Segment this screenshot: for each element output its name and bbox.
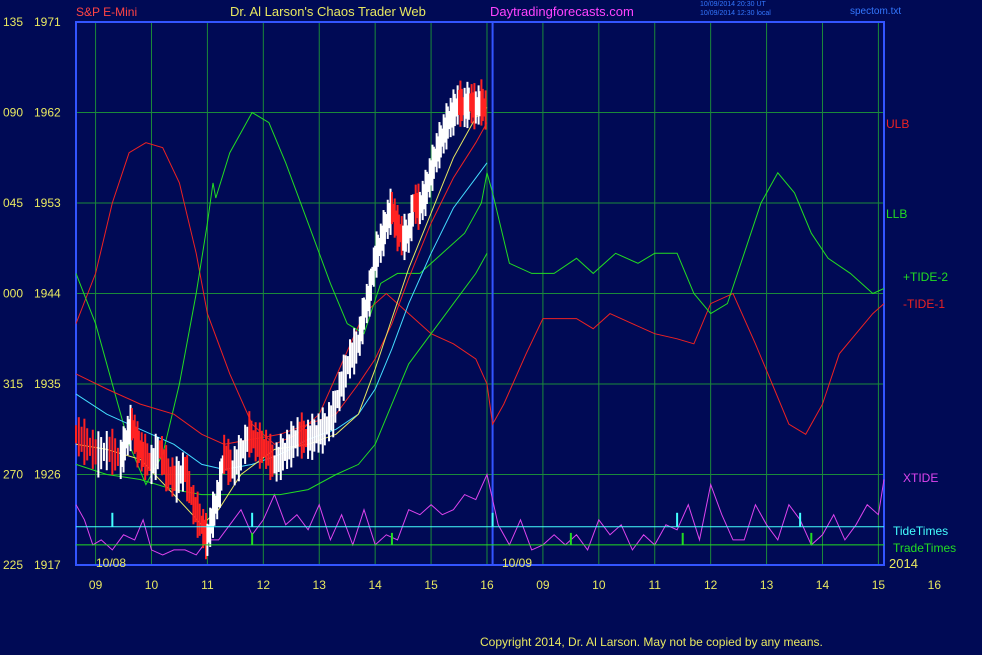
y-tick-label-right: 1962 bbox=[34, 106, 61, 120]
x-tick-label: 15 bbox=[872, 578, 886, 592]
x-tick-label: 13 bbox=[760, 578, 774, 592]
chart-background bbox=[0, 0, 982, 650]
x-tick-label: 09 bbox=[89, 578, 103, 592]
x-tick-label: 09 bbox=[536, 578, 550, 592]
x-tick-label: 13 bbox=[313, 578, 327, 592]
site-name: Daytradingforecasts.com bbox=[490, 4, 634, 19]
legend-tidetimes: TideTimes bbox=[893, 524, 948, 538]
legend-tradetimes: TradeTimes bbox=[893, 541, 956, 555]
timestamp-ut: 10/09/2014 20:30 UT bbox=[700, 1, 766, 8]
legend-tide1: -TIDE-1 bbox=[903, 297, 945, 311]
x-tick-label: 16 bbox=[928, 578, 942, 592]
x-tick-label: 14 bbox=[816, 578, 830, 592]
x-tick-label: 16 bbox=[480, 578, 494, 592]
x-tick-label: 11 bbox=[649, 578, 662, 592]
legend-ulb: ULB bbox=[886, 117, 909, 131]
y-tick-label-left: 135 bbox=[3, 15, 23, 29]
y-tick-label-left: 090 bbox=[3, 106, 23, 120]
x-tick-label: 14 bbox=[368, 578, 382, 592]
symbol-label: S&P E-Mini bbox=[76, 5, 137, 19]
y-tick-label-left: 315 bbox=[3, 377, 23, 391]
copyright-notice: Copyright 2014, Dr. Al Larson. May not b… bbox=[480, 635, 823, 649]
y-tick-label-left: 000 bbox=[3, 287, 23, 301]
data-filename: spectom.txt bbox=[850, 6, 901, 17]
chaos-trader-chart: 135 1971 090 1962 045 1953 000 1944 315 1935 270 19… bbox=[0, 0, 982, 650]
y-tick-label-left: 225 bbox=[3, 558, 23, 572]
chart-svg: 135 1971 090 1962 045 1953 000 1944 315 1935 270 19… bbox=[0, 0, 982, 650]
chart-title: Dr. Al Larson's Chaos Trader Web bbox=[230, 4, 426, 19]
x-tick-label: 15 bbox=[424, 578, 438, 592]
x-tick-label: 11 bbox=[201, 578, 214, 592]
x-tick-label: 12 bbox=[704, 578, 718, 592]
legend-tide2: +TIDE-2 bbox=[903, 270, 948, 284]
y-tick-label-left: 270 bbox=[3, 468, 23, 482]
y-tick-label-left: 045 bbox=[3, 196, 23, 210]
x-tick-label: 12 bbox=[257, 578, 271, 592]
y-tick-label-right: 1953 bbox=[34, 196, 61, 210]
x-tick-label: 10 bbox=[592, 578, 606, 592]
year-label: 2014 bbox=[889, 556, 918, 571]
date-label: 10/08 bbox=[96, 556, 126, 570]
y-tick-label-right: 1917 bbox=[34, 558, 61, 572]
y-tick-label-right: 1944 bbox=[34, 287, 61, 301]
y-tick-label-right: 1935 bbox=[34, 377, 61, 391]
y-tick-label-right: 1971 bbox=[34, 15, 61, 29]
legend-xtide: XTIDE bbox=[903, 471, 938, 485]
timestamp-local: 10/09/2014 12:30 local bbox=[700, 10, 771, 17]
x-tick-label: 10 bbox=[145, 578, 159, 592]
legend-llb: LLB bbox=[886, 207, 907, 221]
y-tick-label-right: 1926 bbox=[34, 468, 61, 482]
date-label: 10/09 bbox=[502, 556, 532, 570]
